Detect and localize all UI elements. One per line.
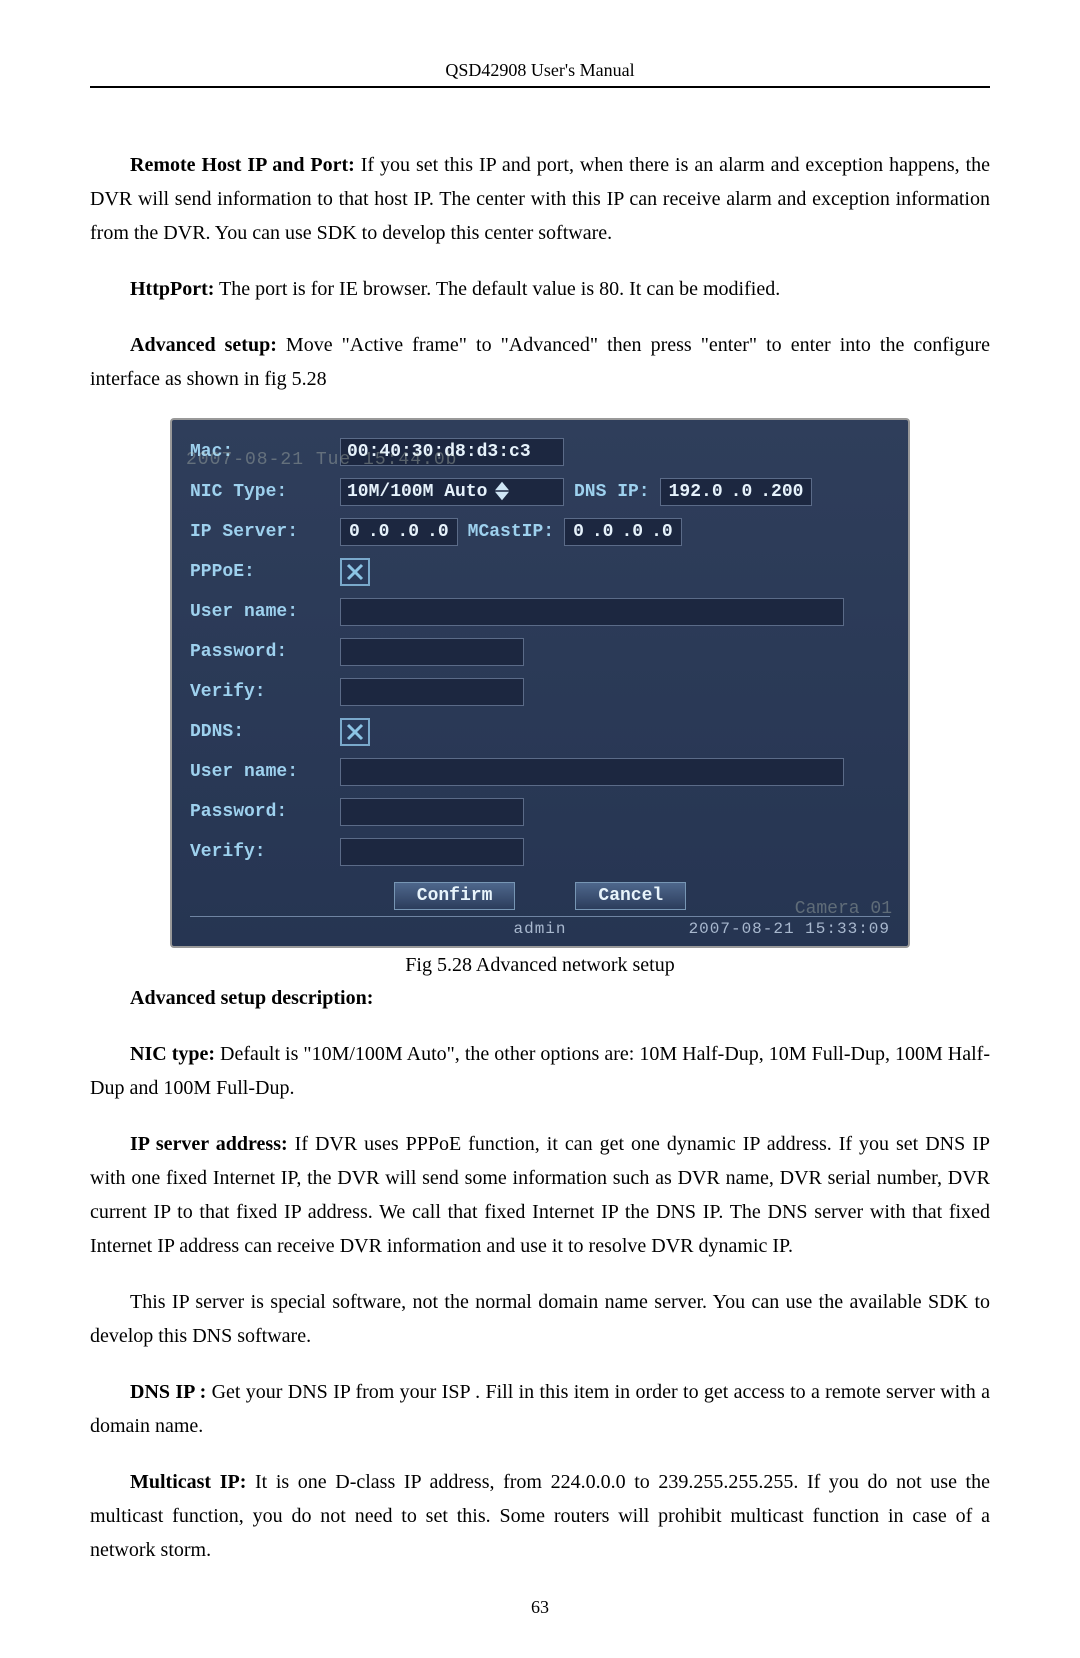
ips-oct-3: .0	[393, 522, 423, 542]
para-httpport: HttpPort: The port is for IE browser. Th…	[90, 272, 990, 306]
ddns-verify-label: Verify:	[190, 842, 340, 862]
dns-ip-label: DNS IP:	[574, 482, 650, 502]
para-nic-type: NIC type: Default is "10M/100M Auto", th…	[90, 1037, 990, 1105]
osd-datetime-top: 2007-08-21 Tue 15:44:0b	[186, 450, 457, 470]
lead-nic-type: NIC type:	[130, 1043, 215, 1065]
confirm-button[interactable]: Confirm	[394, 882, 516, 910]
ddns-label: DDNS:	[190, 722, 340, 742]
ddns-pass-input[interactable]	[340, 798, 524, 826]
para-remote-host: Remote Host IP and Port: If you set this…	[90, 148, 990, 250]
para-adv-desc-heading: Advanced setup description:	[90, 981, 990, 1015]
mc-oct-1: 0	[569, 522, 588, 542]
lead-ip-server: IP server address:	[130, 1133, 288, 1155]
ddns-checkbox[interactable]	[340, 718, 370, 746]
status-time: 2007-08-21 15:33:09	[689, 920, 890, 938]
ips-oct-4: .0	[423, 522, 453, 542]
figure-caption: Fig 5.28 Advanced network setup	[90, 954, 990, 977]
para-ip-server: IP server address: If DVR uses PPPoE fun…	[90, 1127, 990, 1263]
para-dns-ip: DNS IP : Get your DNS IP from your ISP .…	[90, 1375, 990, 1443]
text-nic-type: Default is "10M/100M Auto", the other op…	[90, 1043, 990, 1099]
text-httpport: The port is for IE browser. The default …	[214, 278, 780, 300]
header-rule	[90, 86, 990, 88]
status-user: admin	[513, 920, 566, 938]
mc-oct-3: .0	[617, 522, 647, 542]
text-dns-ip: Get your DNS IP from your ISP . Fill in …	[90, 1381, 990, 1437]
dns-oct-3: .200	[756, 482, 807, 502]
mcast-input[interactable]: 0 .0 .0 .0	[564, 518, 682, 546]
ddns-verify-input[interactable]	[340, 838, 524, 866]
pppoe-checkbox[interactable]	[340, 558, 370, 586]
pppoe-pass-input[interactable]	[340, 638, 524, 666]
cancel-button[interactable]: Cancel	[575, 882, 686, 910]
pppoe-user-label: User name:	[190, 602, 340, 622]
ip-server-input[interactable]: 0 .0 .0 .0	[340, 518, 458, 546]
pppoe-user-input[interactable]	[340, 598, 844, 626]
nic-type-value: 10M/100M Auto	[347, 482, 487, 502]
lead-dns-ip: DNS IP :	[130, 1381, 206, 1403]
nic-type-select[interactable]: 10M/100M Auto	[340, 478, 564, 506]
pppoe-label: PPPoE:	[190, 562, 340, 582]
page-number: 63	[90, 1597, 990, 1618]
ddns-pass-label: Password:	[190, 802, 340, 822]
ddns-user-input[interactable]	[340, 758, 844, 786]
ips-oct-2: .0	[364, 522, 394, 542]
para-ip-server-note: This IP server is special software, not …	[90, 1285, 990, 1353]
lead-httpport: HttpPort:	[130, 278, 214, 300]
lead-advanced: Advanced setup:	[130, 334, 277, 356]
mc-oct-2: .0	[588, 522, 618, 542]
status-bar: admin 2007-08-21 15:33:09	[190, 916, 890, 942]
para-multicast: Multicast IP: It is one D-class IP addre…	[90, 1465, 990, 1567]
dns-oct-2: .0	[727, 482, 757, 502]
mcast-label: MCastIP:	[468, 522, 554, 542]
lead-remote-host: Remote Host IP and Port:	[130, 154, 355, 176]
dns-oct-1: 192.0	[665, 482, 727, 502]
ddns-user-label: User name:	[190, 762, 340, 782]
dns-ip-input[interactable]: 192.0 .0 .200	[660, 478, 813, 506]
lead-multicast: Multicast IP:	[130, 1471, 246, 1493]
advanced-network-panel: 2007-08-21 Tue 15:44:0b Camera 01 Mac: 0…	[170, 418, 910, 948]
mc-oct-4: .0	[647, 522, 677, 542]
pppoe-verify-input[interactable]	[340, 678, 524, 706]
ip-server-label: IP Server:	[190, 522, 340, 542]
spinner-icon[interactable]	[495, 481, 511, 503]
para-advanced-setup: Advanced setup: Move "Active frame" to "…	[90, 328, 990, 396]
pppoe-pass-label: Password:	[190, 642, 340, 662]
doc-header: QSD42908 User's Manual	[90, 60, 990, 86]
nic-type-label: NIC Type:	[190, 482, 340, 502]
pppoe-verify-label: Verify:	[190, 682, 340, 702]
ips-oct-1: 0	[345, 522, 364, 542]
adv-desc-heading: Advanced setup description:	[130, 987, 373, 1009]
